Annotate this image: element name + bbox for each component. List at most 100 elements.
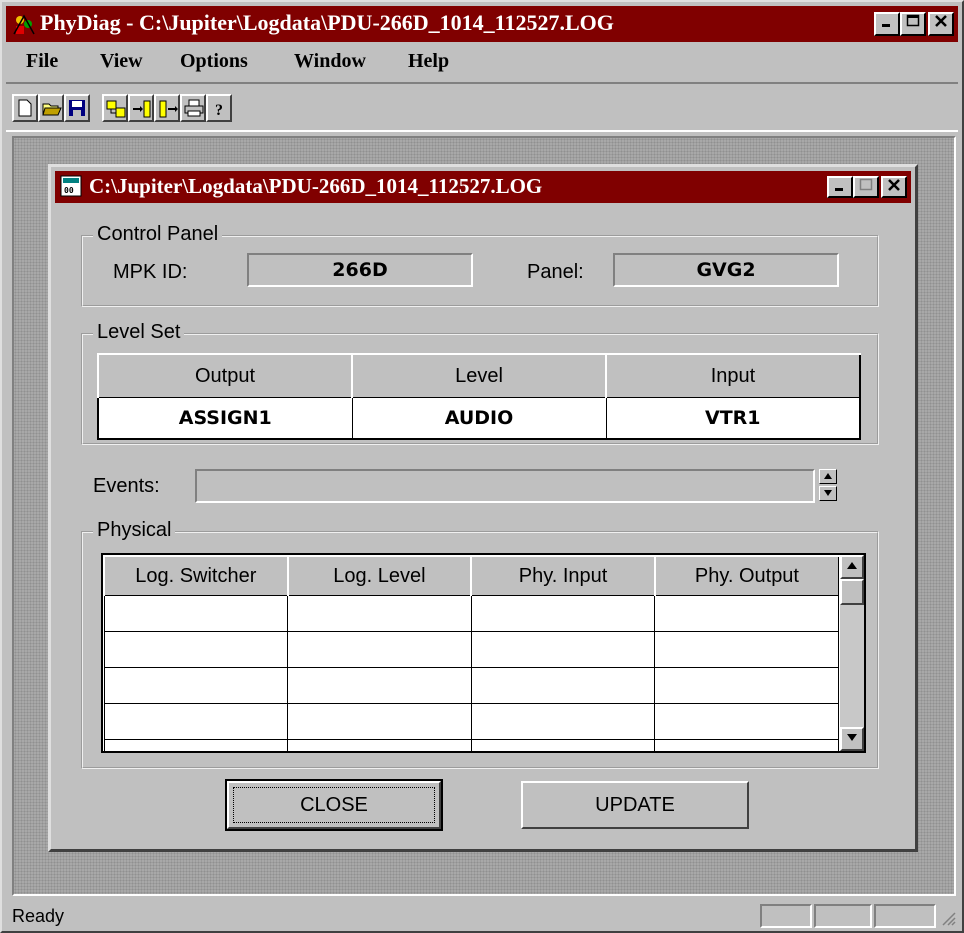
open-folder-icon: [42, 103, 62, 116]
table-cell[interactable]: [470, 667, 656, 704]
column-header-level[interactable]: Level: [351, 353, 607, 398]
scroll-down-button[interactable]: [840, 727, 864, 751]
level-set-table: Output Level Input ASSIGN1 AUDIO VTR1: [97, 353, 861, 440]
level-cell: AUDIO: [351, 397, 607, 440]
events-field[interactable]: [195, 469, 815, 503]
resize-grip-icon[interactable]: [940, 910, 956, 926]
table-cell[interactable]: [287, 667, 472, 704]
document-icon: 00: [60, 175, 82, 197]
toolbar: ?: [6, 82, 958, 132]
menu-view[interactable]: View: [100, 50, 143, 73]
table-row[interactable]: [103, 703, 839, 740]
step-out-button[interactable]: [154, 94, 180, 122]
open-button[interactable]: [38, 94, 64, 122]
close-button[interactable]: CLOSE: [225, 779, 443, 831]
physical-label: Physical: [93, 519, 176, 542]
child-maximize-button[interactable]: [853, 176, 879, 198]
events-spin-down[interactable]: [819, 486, 837, 501]
app-title: PhyDiag - C:\Jupiter\Logdata\PDU-266D_10…: [40, 10, 614, 35]
table-cell[interactable]: [287, 595, 472, 632]
scroll-up-button[interactable]: [840, 555, 864, 579]
svg-text:00: 00: [64, 186, 74, 195]
child-minimize-button[interactable]: [827, 176, 853, 198]
step-in-icon: [133, 100, 151, 118]
print-icon: [184, 99, 204, 117]
table-cell[interactable]: [103, 739, 289, 751]
table-cell[interactable]: [654, 667, 839, 704]
connect-icon: [106, 100, 126, 118]
column-header-phy-input[interactable]: Phy. Input: [470, 555, 656, 596]
vertical-scrollbar[interactable]: [840, 555, 864, 751]
output-cell: ASSIGN1: [97, 397, 353, 440]
table-row[interactable]: [103, 667, 839, 704]
maximize-icon: [906, 14, 920, 27]
table-cell[interactable]: [287, 739, 472, 751]
document-titlebar[interactable]: 00 C:\Jupiter\Logdata\PDU-266D_1014_1125…: [55, 171, 911, 203]
minimize-icon: [835, 188, 843, 191]
column-header-input[interactable]: Input: [605, 353, 861, 398]
update-button-label: UPDATE: [595, 794, 675, 816]
menu-options[interactable]: Options: [180, 50, 248, 73]
column-header-log-level[interactable]: Log. Level: [286, 555, 472, 596]
events-spin-up[interactable]: [819, 469, 837, 484]
table-cell[interactable]: [103, 631, 289, 668]
menu-window[interactable]: Window: [294, 50, 366, 73]
menubar: File View Options Window Help: [6, 44, 958, 78]
table-cell[interactable]: [654, 703, 839, 740]
level-set-label: Level Set: [93, 321, 185, 344]
physical-header-row: Log. Switcher Log. Level Phy. Input Phy.…: [103, 555, 839, 596]
status-cell-2: [814, 904, 872, 928]
table-cell[interactable]: [470, 739, 656, 751]
svg-text:?: ?: [215, 102, 223, 119]
help-button[interactable]: ?: [206, 94, 232, 122]
table-cell[interactable]: [654, 739, 839, 751]
maximize-button[interactable]: [900, 12, 926, 36]
table-cell[interactable]: [103, 595, 289, 632]
table-cell[interactable]: [287, 631, 472, 668]
statusbar: Ready: [6, 900, 958, 932]
save-button[interactable]: [64, 94, 90, 122]
table-row[interactable]: [103, 631, 839, 668]
menu-file[interactable]: File: [26, 50, 58, 73]
table-row[interactable]: ASSIGN1 AUDIO VTR1: [97, 397, 861, 440]
physical-grid[interactable]: Log. Switcher Log. Level Phy. Input Phy.…: [101, 553, 866, 753]
print-button[interactable]: [180, 94, 206, 122]
minimize-button[interactable]: [874, 12, 900, 36]
arrow-up-icon: [824, 473, 832, 479]
connect-button[interactable]: [102, 94, 128, 122]
table-cell[interactable]: [654, 631, 839, 668]
column-header-phy-output[interactable]: Phy. Output: [653, 555, 839, 596]
events-label: Events:: [93, 475, 160, 497]
column-header-output[interactable]: Output: [97, 353, 353, 398]
input-cell: VTR1: [605, 397, 861, 440]
app-titlebar[interactable]: PhyDiag - C:\Jupiter\Logdata\PDU-266D_10…: [6, 6, 958, 42]
panel-value: GVG2: [613, 253, 839, 287]
table-cell[interactable]: [287, 703, 472, 740]
close-icon: [888, 179, 900, 191]
close-window-button[interactable]: [928, 12, 954, 36]
child-close-button[interactable]: [881, 176, 907, 198]
table-cell[interactable]: [103, 703, 289, 740]
table-cell[interactable]: [470, 595, 656, 632]
level-set-header-row: Output Level Input: [97, 353, 861, 398]
panel-label: Panel:: [527, 261, 584, 283]
step-in-button[interactable]: [128, 94, 154, 122]
phydiag-app-icon: [13, 14, 35, 35]
scroll-thumb[interactable]: [840, 579, 864, 605]
table-cell[interactable]: [470, 631, 656, 668]
update-button[interactable]: UPDATE: [521, 781, 749, 829]
physical-table: Log. Switcher Log. Level Phy. Input Phy.…: [103, 555, 839, 751]
arrow-down-icon: [847, 734, 857, 741]
close-icon: [935, 15, 947, 27]
table-row[interactable]: [103, 739, 839, 751]
arrow-up-icon: [847, 562, 857, 569]
status-cell-1: [760, 904, 812, 928]
table-cell[interactable]: [103, 667, 289, 704]
menu-help[interactable]: Help: [408, 50, 449, 73]
table-row[interactable]: [103, 595, 839, 632]
table-cell[interactable]: [470, 703, 656, 740]
column-header-log-switcher[interactable]: Log. Switcher: [103, 555, 289, 596]
mpk-id-label: MPK ID:: [113, 261, 188, 283]
table-cell[interactable]: [654, 595, 839, 632]
new-file-button[interactable]: [12, 94, 38, 122]
